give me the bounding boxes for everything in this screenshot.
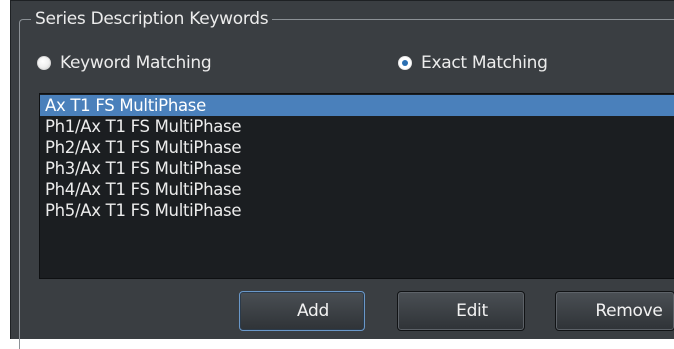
add-button[interactable]: Add [239, 291, 365, 331]
list-item[interactable]: Ph5/Ax T1 FS MultiPhase [40, 200, 674, 221]
keyword-matching-radio[interactable]: Keyword Matching [37, 51, 212, 75]
remove-button[interactable]: Remove [555, 291, 674, 331]
add-button-label: Add [296, 301, 329, 321]
list-item[interactable]: Ph4/Ax T1 FS MultiPhase [40, 179, 674, 200]
list-item[interactable]: Ax T1 FS MultiPhase [40, 95, 674, 116]
edit-button-label: Edit [456, 301, 488, 321]
edit-button[interactable]: Edit [397, 291, 525, 331]
list-item[interactable]: Ph2/Ax T1 FS MultiPhase [40, 137, 674, 158]
remove-button-label: Remove [595, 301, 663, 321]
keywords-listbox[interactable]: Ax T1 FS MultiPhase Ph1/Ax T1 FS MultiPh… [39, 93, 674, 279]
groupbox-title: Series Description Keywords [31, 9, 273, 29]
exact-matching-radio[interactable]: Exact Matching [398, 51, 548, 75]
series-description-panel: Series Description Keywords Keyword Matc… [10, 0, 674, 349]
radio-checked-icon[interactable] [398, 56, 412, 70]
radio-unchecked-icon[interactable] [37, 56, 51, 70]
list-item[interactable]: Ph3/Ax T1 FS MultiPhase [40, 158, 674, 179]
list-item[interactable]: Ph1/Ax T1 FS MultiPhase [40, 116, 674, 137]
exact-matching-label: Exact Matching [421, 53, 548, 73]
keyword-matching-label: Keyword Matching [60, 53, 212, 73]
